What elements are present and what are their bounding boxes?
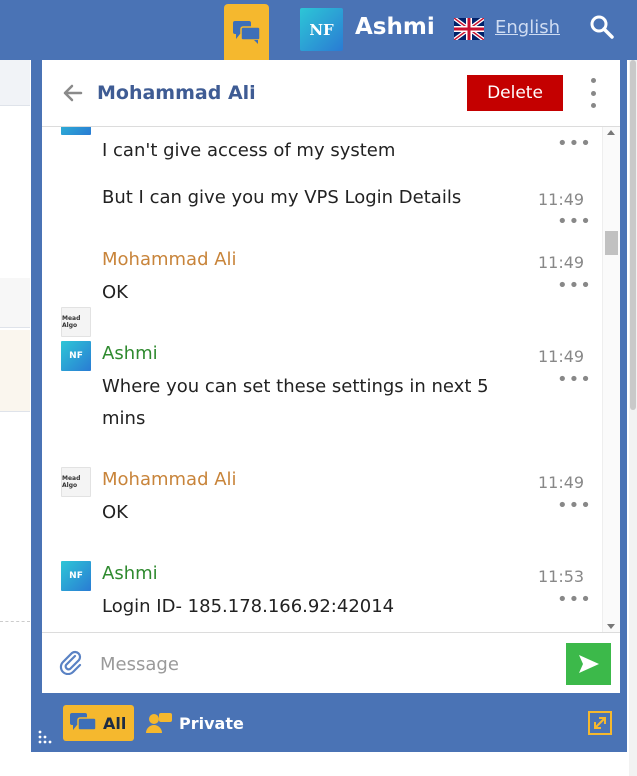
message-text: Where you can set these settings in next… [102, 376, 489, 429]
message-more-icon[interactable]: ••• [557, 275, 592, 296]
chat-bubbles-icon [232, 21, 261, 44]
page-scrollbar[interactable] [629, 60, 637, 776]
message-sender: Mohammad Ali [102, 249, 237, 270]
message-sender: Ashmi [102, 563, 158, 584]
send-arrow-icon [578, 655, 599, 673]
avatar-logo-text: NF [69, 351, 83, 361]
ashmi-avatar [61, 127, 91, 135]
paperclip-icon[interactable] [58, 649, 84, 675]
message-sender: Ashmi [102, 343, 158, 364]
message-more-icon[interactable]: ••• [557, 369, 592, 390]
message-more-icon[interactable]: ••• [557, 589, 592, 610]
message-text: OK [102, 502, 128, 523]
chat-window: Mohammad Ali Delete I can't give access … [42, 60, 620, 693]
language-link[interactable]: English [495, 17, 560, 38]
message-time: 11:49 [538, 473, 585, 492]
chat-panel: Mohammad Ali Delete I can't give access … [31, 60, 627, 752]
background-band [0, 330, 30, 412]
message-composer [42, 632, 620, 693]
message-time: 11:49 [538, 190, 585, 209]
message-more-icon[interactable]: ••• [557, 133, 592, 154]
avatar-logo-text: Mead Algo [62, 315, 81, 329]
avatar-logo-text: Mead Algo [62, 475, 81, 489]
uk-flag-icon [454, 18, 484, 40]
scroll-down-icon[interactable] [607, 624, 615, 629]
message-time: 11:53 [538, 567, 585, 586]
scroll-up-icon[interactable] [607, 130, 615, 135]
message-more-icon[interactable]: ••• [557, 495, 592, 516]
ashmi-avatar: NF [61, 341, 91, 371]
chat-toggle-button[interactable] [224, 4, 269, 60]
background-band [0, 60, 30, 106]
more-options-icon[interactable] [587, 78, 599, 108]
expand-icon[interactable] [587, 710, 613, 736]
ashmi-avatar: NF [61, 561, 91, 591]
message-time: 11:49 [538, 347, 585, 366]
chat-header: Mohammad Ali Delete [42, 60, 620, 127]
user-avatar[interactable]: NF [300, 8, 343, 51]
page-scrollbar-thumb[interactable] [630, 60, 636, 410]
user-name[interactable]: Ashmi [355, 14, 435, 40]
resize-grip-icon[interactable] [38, 730, 52, 744]
chat-bubbles-icon [70, 713, 97, 731]
message-text: Login ID- 185.178.166.92:42014 [102, 596, 395, 617]
filter-private-label: Private [179, 713, 244, 733]
delete-button[interactable]: Delete [467, 75, 563, 111]
search-icon[interactable] [589, 14, 615, 40]
filter-all-button[interactable]: All [63, 705, 134, 741]
back-arrow-icon[interactable] [61, 82, 83, 104]
message-time: 11:49 [538, 253, 585, 272]
top-header: NF Ashmi English [0, 0, 637, 60]
avatar-logo-text: NF [309, 20, 334, 39]
message-text: OK [102, 282, 128, 303]
scrollbar-thumb[interactable] [605, 231, 618, 255]
filter-all-label: All [103, 713, 127, 733]
message-text: But I can give you my VPS Login Details [102, 187, 462, 208]
send-button[interactable] [566, 643, 611, 685]
chat-title: Mohammad Ali [97, 82, 256, 104]
mohammad-ali-avatar: Mead Algo [61, 467, 91, 497]
filter-private-button[interactable]: Private [145, 707, 244, 739]
message-more-icon[interactable]: ••• [557, 211, 592, 232]
message-scrollbar[interactable] [602, 127, 620, 632]
private-users-icon [146, 713, 172, 733]
chat-footer: All Private [31, 693, 627, 752]
message-text: I can't give access of my system [102, 140, 396, 161]
background-band [0, 556, 30, 622]
mohammad-ali-avatar: Mead Algo [61, 307, 91, 337]
background-band [0, 278, 30, 328]
message-input[interactable] [100, 647, 500, 681]
avatar-logo-text: NF [69, 571, 83, 581]
message-list: I can't give access of my system ••• But… [42, 127, 602, 632]
message-sender: Mohammad Ali [102, 469, 237, 490]
